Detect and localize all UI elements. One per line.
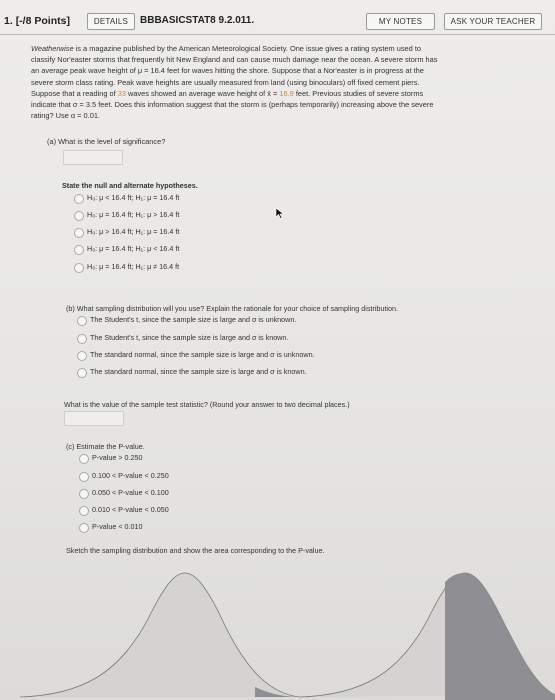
hypothesis-option-4[interactable]: H₀: μ = 16.4 ft; H₁: μ < 16.4 ft (74, 243, 180, 255)
option-label: H₀: μ < 16.4 ft; H₁: μ = 16.4 ft (87, 193, 180, 202)
significance-answer-input[interactable] (63, 150, 123, 165)
sampling-distribution-graphs[interactable] (0, 555, 555, 700)
header-divider (0, 34, 555, 35)
distribution-option-3[interactable]: The standard normal, since the sample si… (77, 349, 315, 361)
problem-line: indicate that σ = 3.5 feet. Does this in… (31, 100, 434, 110)
question-number-label: 1. (4, 15, 13, 27)
radio-button[interactable] (79, 489, 89, 499)
radio-button[interactable] (79, 506, 89, 516)
left-distribution-curve[interactable] (19, 572, 301, 698)
problem-text: Weatherwise is a magazine published by t… (31, 43, 546, 121)
problem-line: severe storm class rating. Peak wave hei… (31, 77, 420, 87)
hypotheses-prompt: State the null and alternate hypotheses. (62, 181, 198, 190)
option-label: H₀: μ = 16.4 ft; H₁: μ < 16.4 ft (87, 244, 180, 253)
problem-code: BBBASICSTAT8 9.2.011. (140, 15, 255, 26)
option-label: The Student's t, since the sample size i… (90, 333, 289, 342)
option-label: The standard normal, since the sample si… (90, 367, 307, 376)
problem-line: an average peak wave height of μ = 16.4 … (31, 66, 424, 76)
hypothesis-option-5[interactable]: H₀: μ = 16.4 ft; H₁: μ ≠ 16.4 ft (74, 261, 180, 273)
hypothesis-option-2[interactable]: H₀: μ = 16.4 ft; H₁: μ > 16.4 ft (74, 209, 180, 221)
part-a-question: (a) What is the level of significance? (47, 137, 166, 146)
hypothesis-option-3[interactable]: H₀: μ > 16.4 ft; H₁: μ = 16.4 ft (74, 226, 180, 238)
pvalue-option-2[interactable]: 0.100 < P-value < 0.250 (79, 470, 169, 482)
radio-button[interactable] (74, 245, 84, 255)
problem-line: is a magazine published by the American … (73, 44, 421, 53)
my-notes-button[interactable]: MY NOTES (366, 13, 435, 30)
ask-teacher-button[interactable]: ASK YOUR TEACHER (444, 13, 542, 30)
option-label: H₀: μ > 16.4 ft; H₁: μ = 16.4 ft (87, 227, 180, 236)
question-number: 1. [-/8 Points] (4, 15, 70, 27)
option-label: The Student's t, since the sample size i… (90, 315, 297, 324)
radio-button[interactable] (74, 211, 84, 221)
option-label: 0.050 < P-value < 0.100 (92, 488, 169, 497)
problem-line: rating? Use α = 0.01. (31, 111, 100, 121)
webassign-question-page: 1. [-/8 Points] DETAILS BBBASICSTAT8 9.2… (0, 0, 555, 700)
option-label: H₀: μ = 16.4 ft; H₁: μ ≠ 16.4 ft (87, 262, 180, 271)
problem-line: classify Nor'easter storms that frequent… (31, 55, 438, 65)
pvalue-option-5[interactable]: P-value < 0.010 (79, 521, 143, 533)
radio-button[interactable] (77, 351, 87, 361)
radio-button[interactable] (77, 316, 87, 326)
pvalue-option-3[interactable]: 0.050 < P-value < 0.100 (79, 487, 169, 499)
radio-button[interactable] (79, 454, 89, 464)
radio-button[interactable] (79, 523, 89, 533)
test-statistic-question: What is the value of the sample test sta… (64, 400, 350, 409)
radio-button[interactable] (74, 194, 84, 204)
option-label: 0.010 < P-value < 0.050 (92, 505, 169, 514)
details-button[interactable]: DETAILS (87, 13, 135, 30)
problem-line: feet. Previous studies of severe storms (293, 88, 424, 98)
option-label: P-value > 0.250 (92, 453, 143, 462)
option-label: The standard normal, since the sample si… (90, 350, 315, 359)
test-statistic-input[interactable] (64, 411, 124, 426)
radio-button[interactable] (79, 472, 89, 482)
distribution-option-4[interactable]: The standard normal, since the sample si… (77, 366, 307, 378)
radio-button[interactable] (77, 334, 87, 344)
hypothesis-option-1[interactable]: H₀: μ < 16.4 ft; H₁: μ = 16.4 ft (74, 192, 180, 204)
distribution-option-1[interactable]: The Student's t, since the sample size i… (77, 314, 297, 326)
part-c-question: (c) Estimate the P-value. (66, 442, 145, 451)
radio-button[interactable] (74, 263, 84, 273)
pvalue-option-4[interactable]: 0.010 < P-value < 0.050 (79, 504, 169, 516)
points-label: [-/8 Points] (15, 15, 70, 27)
option-label: P-value < 0.010 (92, 522, 143, 531)
pvalue-option-1[interactable]: P-value > 0.250 (79, 452, 143, 464)
mouse-cursor-icon (275, 207, 285, 219)
sample-size-value: 33 (117, 88, 126, 98)
magazine-name: Weatherwise (31, 44, 74, 53)
part-b-question: (b) What sampling distribution will you … (66, 304, 398, 313)
question-header: 1. [-/8 Points] DETAILS BBBASICSTAT8 9.2… (0, 10, 555, 32)
option-label: 0.100 < P-value < 0.250 (92, 471, 169, 480)
sample-mean-value: 16.9 (279, 88, 294, 98)
problem-line: Suppose that a reading of (31, 88, 118, 98)
radio-button[interactable] (77, 368, 87, 378)
distribution-option-2[interactable]: The Student's t, since the sample size i… (77, 332, 289, 344)
radio-button[interactable] (74, 228, 84, 238)
problem-line: waves showed an average wave height of x… (125, 88, 280, 98)
option-label: H₀: μ = 16.4 ft; H₁: μ > 16.4 ft (87, 210, 180, 219)
